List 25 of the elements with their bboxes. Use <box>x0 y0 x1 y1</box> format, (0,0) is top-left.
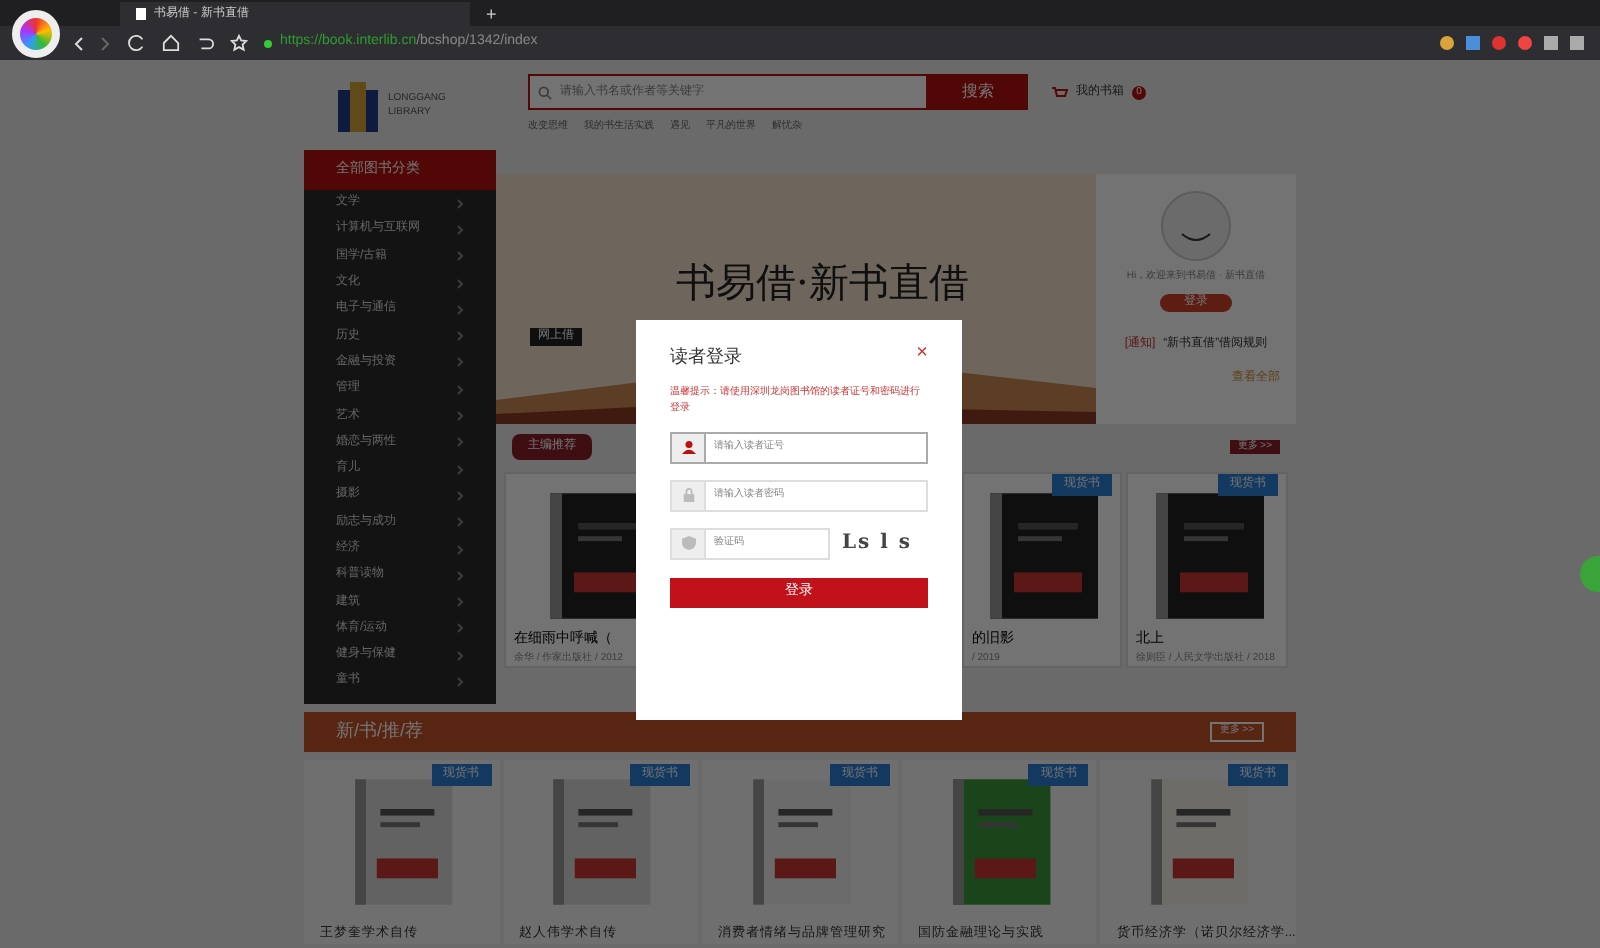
close-button[interactable]: × <box>916 344 928 364</box>
home-icon[interactable] <box>162 34 180 52</box>
page-icon <box>136 8 146 20</box>
chevron-icon <box>456 250 464 263</box>
chevron-icon <box>456 569 464 582</box>
avatar-icon <box>1160 190 1232 262</box>
reload-icon[interactable] <box>128 34 146 52</box>
search-button[interactable]: 搜索 <box>928 74 1028 111</box>
dialog-title: 读者登录 <box>670 344 742 370</box>
back-icon[interactable] <box>72 35 84 51</box>
section-title: 新/书/推/荐 <box>336 718 424 745</box>
search-icon <box>538 85 552 100</box>
extension-icons-drawing[interactable] <box>1440 36 1584 50</box>
star-icon[interactable] <box>230 34 248 52</box>
captcha-image[interactable]: Ls l s <box>842 528 913 558</box>
undo-icon[interactable] <box>196 34 214 52</box>
logo-icon <box>336 77 380 133</box>
chevron-icon <box>456 543 464 555</box>
new-tab-button[interactable]: + <box>486 6 497 24</box>
shield-icon <box>681 536 695 550</box>
chevron-icon <box>456 383 464 396</box>
user-icon <box>681 440 695 454</box>
cart-icon <box>1052 85 1068 100</box>
chevron-icon <box>456 516 464 529</box>
banner-title: 书易借·新书直借 <box>676 256 971 310</box>
